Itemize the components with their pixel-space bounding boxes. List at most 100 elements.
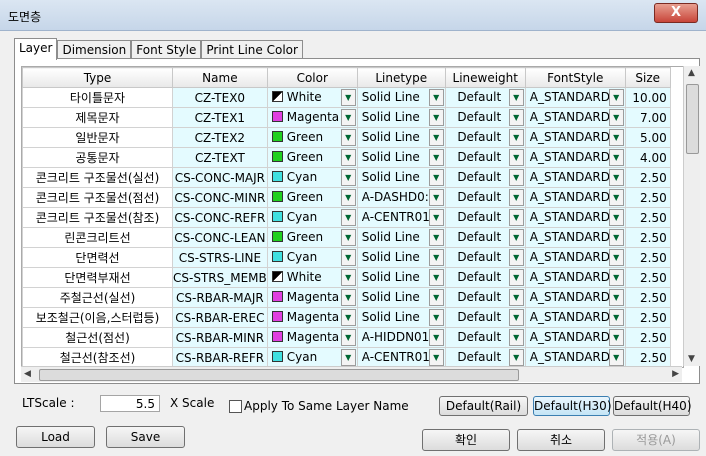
row-linetype-dropdown[interactable]: Solid Line ▼: [356, 87, 446, 108]
row-color-dropdown[interactable]: Cyan ▼: [266, 247, 358, 268]
dropdown-arrow-icon[interactable]: ▼: [428, 149, 444, 166]
row-linetype-dropdown[interactable]: Solid Line ▼: [356, 107, 446, 128]
row-fontstyle-dropdown[interactable]: A_STANDARD ▼: [524, 247, 626, 268]
row-lineweight-dropdown[interactable]: Default ▼: [444, 347, 526, 367]
dropdown-arrow-icon[interactable]: ▼: [508, 209, 524, 226]
row-lineweight-dropdown[interactable]: Default ▼: [444, 167, 526, 188]
vertical-scrollbar[interactable]: ▲ ▼: [683, 66, 700, 366]
dropdown-arrow-icon[interactable]: ▼: [428, 289, 444, 306]
table-row[interactable]: 콘크리트 구조물선(참조) CS-CONC-REFR Cyan ▼ A-CENTR01 ▼…: [22, 207, 671, 228]
row-color-dropdown[interactable]: Magenta ▼: [266, 307, 358, 328]
row-linetype-dropdown[interactable]: Solid Line ▼: [356, 307, 446, 328]
apply-same-layer-checkbox[interactable]: [229, 400, 242, 413]
row-size[interactable]: 2.50: [624, 187, 671, 208]
row-lineweight-dropdown[interactable]: Default ▼: [444, 267, 526, 288]
dropdown-arrow-icon[interactable]: ▼: [340, 349, 356, 366]
row-color-dropdown[interactable]: Green ▼: [266, 227, 358, 248]
tab-layer[interactable]: Layer: [14, 38, 58, 60]
dropdown-arrow-icon[interactable]: ▼: [340, 289, 356, 306]
dropdown-arrow-icon[interactable]: ▼: [340, 89, 356, 106]
row-color-dropdown[interactable]: Cyan ▼: [266, 207, 358, 228]
scroll-left-icon[interactable]: ◀: [24, 369, 31, 379]
row-size[interactable]: 10.00: [624, 87, 671, 108]
row-color-dropdown[interactable]: Green ▼: [266, 127, 358, 148]
dropdown-arrow-icon[interactable]: ▼: [340, 229, 356, 246]
row-size[interactable]: 2.50: [624, 267, 671, 288]
row-size[interactable]: 7.00: [624, 107, 671, 128]
dropdown-arrow-icon[interactable]: ▼: [428, 109, 444, 126]
row-fontstyle-dropdown[interactable]: A_STANDARD ▼: [524, 107, 626, 128]
ok-button[interactable]: 확인: [422, 429, 510, 451]
dropdown-arrow-icon[interactable]: ▼: [428, 89, 444, 106]
row-size[interactable]: 2.50: [624, 247, 671, 268]
dropdown-arrow-icon[interactable]: ▼: [428, 309, 444, 326]
row-fontstyle-dropdown[interactable]: A_STANDARD ▼: [524, 227, 626, 248]
row-linetype-dropdown[interactable]: A-CENTR01 ▼: [356, 347, 446, 367]
row-layer-name[interactable]: CS-CONC-REFR: [172, 207, 268, 228]
dropdown-arrow-icon[interactable]: ▼: [508, 229, 524, 246]
row-lineweight-dropdown[interactable]: Default ▼: [444, 287, 526, 308]
dropdown-arrow-icon[interactable]: ▼: [340, 249, 356, 266]
dropdown-arrow-icon[interactable]: ▼: [508, 169, 524, 186]
row-layer-name[interactable]: CS-CONC-LEAN: [172, 227, 268, 248]
row-color-dropdown[interactable]: White ▼: [266, 87, 358, 108]
dropdown-arrow-icon[interactable]: ▼: [508, 269, 524, 286]
dropdown-arrow-icon[interactable]: ▼: [428, 269, 444, 286]
table-row[interactable]: 콘크리트 구조물선(실선) CS-CONC-MAJR Cyan ▼ Solid Line…: [22, 167, 671, 188]
dropdown-arrow-icon[interactable]: ▼: [340, 129, 356, 146]
table-row[interactable]: 철근선(점선) CS-RBAR-MINR Magenta ▼ A-HIDDN01 ▼ Def…: [22, 327, 671, 348]
col-header-fontstyle[interactable]: FontStyle: [524, 67, 626, 88]
table-row[interactable]: 타이틀문자 CZ-TEX0 White ▼ Solid Line ▼ Default ▼ A_S…: [22, 87, 671, 108]
row-linetype-dropdown[interactable]: Solid Line ▼: [356, 147, 446, 168]
dropdown-arrow-icon[interactable]: ▼: [608, 189, 624, 206]
row-color-dropdown[interactable]: Green ▼: [266, 187, 358, 208]
row-lineweight-dropdown[interactable]: Default ▼: [444, 187, 526, 208]
tab-print-line-color[interactable]: Print Line Color: [201, 40, 303, 59]
scroll-down-icon[interactable]: ▼: [688, 354, 695, 364]
row-fontstyle-dropdown[interactable]: A_STANDARD ▼: [524, 167, 626, 188]
row-fontstyle-dropdown[interactable]: A_STANDARD ▼: [524, 207, 626, 228]
vertical-scroll-thumb[interactable]: [686, 84, 699, 154]
row-size[interactable]: 2.50: [624, 347, 671, 367]
row-fontstyle-dropdown[interactable]: A_STANDARD ▼: [524, 87, 626, 108]
dropdown-arrow-icon[interactable]: ▼: [508, 149, 524, 166]
dropdown-arrow-icon[interactable]: ▼: [340, 149, 356, 166]
table-row[interactable]: 제목문자 CZ-TEX1 Magenta ▼ Solid Line ▼ Default ▼ A_…: [22, 107, 671, 128]
load-button[interactable]: Load: [16, 426, 95, 448]
row-layer-name[interactable]: CS-RBAR-MAJR: [172, 287, 268, 308]
dropdown-arrow-icon[interactable]: ▼: [508, 89, 524, 106]
table-row[interactable]: 단면력부재선 CS-STRS_MEMB White ▼ Solid Line ▼ Defau…: [22, 267, 671, 288]
table-row[interactable]: 보조철근(이음,스터럽등) CS-RBAR-EREC Magenta ▼ Solid L…: [22, 307, 671, 328]
tab-dimension[interactable]: Dimension: [57, 40, 132, 59]
row-layer-name[interactable]: CS-RBAR-EREC: [172, 307, 268, 328]
dropdown-arrow-icon[interactable]: ▼: [340, 329, 356, 346]
horizontal-scroll-thumb[interactable]: [39, 369, 519, 381]
dropdown-arrow-icon[interactable]: ▼: [508, 349, 524, 366]
row-lineweight-dropdown[interactable]: Default ▼: [444, 207, 526, 228]
dropdown-arrow-icon[interactable]: ▼: [608, 269, 624, 286]
dropdown-arrow-icon[interactable]: ▼: [428, 129, 444, 146]
row-size[interactable]: 2.50: [624, 287, 671, 308]
dropdown-arrow-icon[interactable]: ▼: [508, 109, 524, 126]
dropdown-arrow-icon[interactable]: ▼: [428, 209, 444, 226]
dropdown-arrow-icon[interactable]: ▼: [608, 289, 624, 306]
dropdown-arrow-icon[interactable]: ▼: [608, 249, 624, 266]
apply-button[interactable]: 적용(A): [612, 429, 700, 451]
dropdown-arrow-icon[interactable]: ▼: [428, 329, 444, 346]
close-button[interactable]: X: [654, 3, 698, 23]
dropdown-arrow-icon[interactable]: ▼: [608, 109, 624, 126]
row-lineweight-dropdown[interactable]: Default ▼: [444, 147, 526, 168]
cancel-button[interactable]: 취소: [517, 429, 605, 451]
row-linetype-dropdown[interactable]: Solid Line ▼: [356, 227, 446, 248]
row-lineweight-dropdown[interactable]: Default ▼: [444, 327, 526, 348]
row-color-dropdown[interactable]: Magenta ▼: [266, 287, 358, 308]
dropdown-arrow-icon[interactable]: ▼: [428, 169, 444, 186]
row-layer-name[interactable]: CZ-TEXT: [172, 147, 268, 168]
save-button[interactable]: Save: [106, 426, 185, 448]
row-fontstyle-dropdown[interactable]: A_STANDARD ▼: [524, 347, 626, 367]
dropdown-arrow-icon[interactable]: ▼: [608, 89, 624, 106]
col-header-color[interactable]: Color: [266, 67, 358, 88]
row-fontstyle-dropdown[interactable]: A_STANDARD ▼: [524, 327, 626, 348]
scroll-right-icon[interactable]: ▶: [672, 369, 679, 379]
row-lineweight-dropdown[interactable]: Default ▼: [444, 307, 526, 328]
